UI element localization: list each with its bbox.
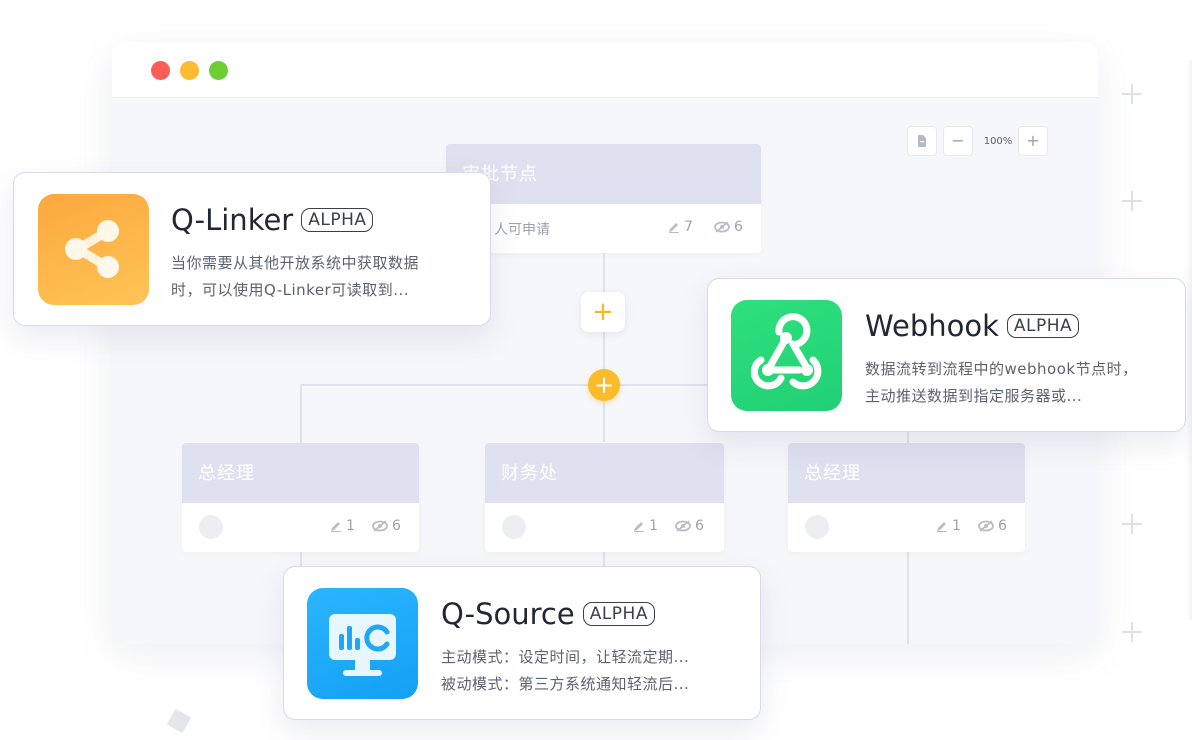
card-name: Webhook xyxy=(865,309,999,343)
edit-count: 1 xyxy=(936,518,961,534)
edit-count: 1 xyxy=(330,518,355,534)
side-shadow xyxy=(1186,60,1192,620)
add-branch-button[interactable]: + xyxy=(588,369,620,401)
description-line: 当你需要从其他开放系统中获取数据 xyxy=(171,254,420,272)
connector-line xyxy=(300,384,302,444)
plus-decoration xyxy=(1122,514,1142,534)
description-line: 数据流转到流程中的webhook节点时， xyxy=(865,360,1138,378)
qlinker-card[interactable]: Q-Linker ALPHA 当你需要从其他开放系统中获取数据 时，可以使用Q-… xyxy=(13,172,491,326)
connector-line xyxy=(907,550,909,644)
avatar xyxy=(199,515,223,539)
fit-screen-button[interactable] xyxy=(907,126,937,156)
connector-line xyxy=(603,252,605,442)
minimize-window-button[interactable] xyxy=(180,61,199,80)
plus-decoration xyxy=(1122,84,1142,104)
zoom-out-button[interactable]: − xyxy=(943,126,973,156)
edit-count-value: 1 xyxy=(952,518,961,534)
webhook-card[interactable]: Webhook ALPHA 数据流转到流程中的webhook节点时， 主动推送数… xyxy=(707,278,1186,432)
view-count-value: 6 xyxy=(392,518,401,534)
add-node-button[interactable]: + xyxy=(581,292,625,332)
diamond-decoration xyxy=(166,708,192,734)
view-count: 6 xyxy=(372,518,401,534)
avatar xyxy=(502,515,526,539)
avatar xyxy=(805,515,829,539)
card-title: Webhook ALPHA xyxy=(865,309,1080,343)
document-icon xyxy=(918,135,926,147)
window-titlebar xyxy=(112,42,1098,98)
eye-icon xyxy=(372,520,388,532)
eye-icon xyxy=(675,520,691,532)
node-title: 审批节点 xyxy=(446,144,761,204)
edit-count-value: 1 xyxy=(649,518,658,534)
eye-icon xyxy=(714,221,730,233)
description-line: 主动模式：设定时间，让轻流定期... xyxy=(441,648,690,666)
card-name: Q-Source xyxy=(441,597,575,631)
edit-count-value: 1 xyxy=(346,518,355,534)
card-description: 主动模式：设定时间，让轻流定期... 被动模式：第三方系统通知轻流后... xyxy=(441,644,689,698)
node-title: 总经理 xyxy=(182,443,419,503)
pen-icon xyxy=(331,522,341,532)
view-count: 6 xyxy=(978,518,1007,534)
view-count-value: 6 xyxy=(998,518,1007,534)
branch-node[interactable]: 总经理 1 6 xyxy=(788,443,1025,552)
description-line: 主动推送数据到指定服务器或... xyxy=(865,387,1083,405)
qsource-card[interactable]: Q-Source ALPHA 主动模式：设定时间，让轻流定期... 被动模式：第… xyxy=(283,566,761,720)
pen-icon xyxy=(634,522,644,532)
node-title: 总经理 xyxy=(788,443,1025,503)
monitor-chart-icon xyxy=(307,588,418,699)
card-description: 当你需要从其他开放系统中获取数据 时，可以使用Q-Linker可读取到... xyxy=(171,250,419,304)
view-count: 6 xyxy=(675,518,704,534)
plus-icon: + xyxy=(1026,131,1040,150)
zoom-level: 100% xyxy=(983,136,1013,147)
view-count-value: 6 xyxy=(734,219,743,235)
edit-count-value: 7 xyxy=(684,219,693,235)
pen-icon xyxy=(937,522,947,532)
minus-icon: − xyxy=(951,131,965,150)
plus-decoration xyxy=(1122,622,1142,642)
plus-decoration xyxy=(1122,191,1142,211)
webhook-icon xyxy=(731,300,842,411)
alpha-badge: ALPHA xyxy=(1006,314,1080,338)
zoom-in-button[interactable]: + xyxy=(1018,126,1048,156)
card-description: 数据流转到流程中的webhook节点时， 主动推送数据到指定服务器或... xyxy=(865,356,1138,410)
approval-node[interactable]: 审批节点 人可申请 7 6 xyxy=(446,144,761,253)
share-nodes-icon xyxy=(38,194,149,305)
description-line: 时，可以使用Q-Linker可读取到... xyxy=(171,281,410,299)
branch-node[interactable]: 财务处 1 6 xyxy=(485,443,724,552)
description-line: 被动模式：第三方系统通知轻流后... xyxy=(441,675,690,693)
edit-count: 1 xyxy=(633,518,658,534)
alpha-badge: ALPHA xyxy=(301,208,374,232)
edit-count: 7 xyxy=(668,219,693,235)
alpha-badge: ALPHA xyxy=(582,602,655,626)
card-name: Q-Linker xyxy=(171,203,294,237)
maximize-window-button[interactable] xyxy=(209,61,228,80)
close-window-button[interactable] xyxy=(151,61,170,80)
pen-icon xyxy=(669,223,679,233)
card-title: Q-Source ALPHA xyxy=(441,597,655,631)
view-count-value: 6 xyxy=(695,518,704,534)
node-subtitle: 人可申请 xyxy=(494,222,550,238)
card-title: Q-Linker ALPHA xyxy=(171,203,374,237)
eye-icon xyxy=(978,520,994,532)
node-title: 财务处 xyxy=(485,443,724,503)
view-count: 6 xyxy=(714,219,743,235)
branch-node[interactable]: 总经理 1 6 xyxy=(182,443,419,552)
